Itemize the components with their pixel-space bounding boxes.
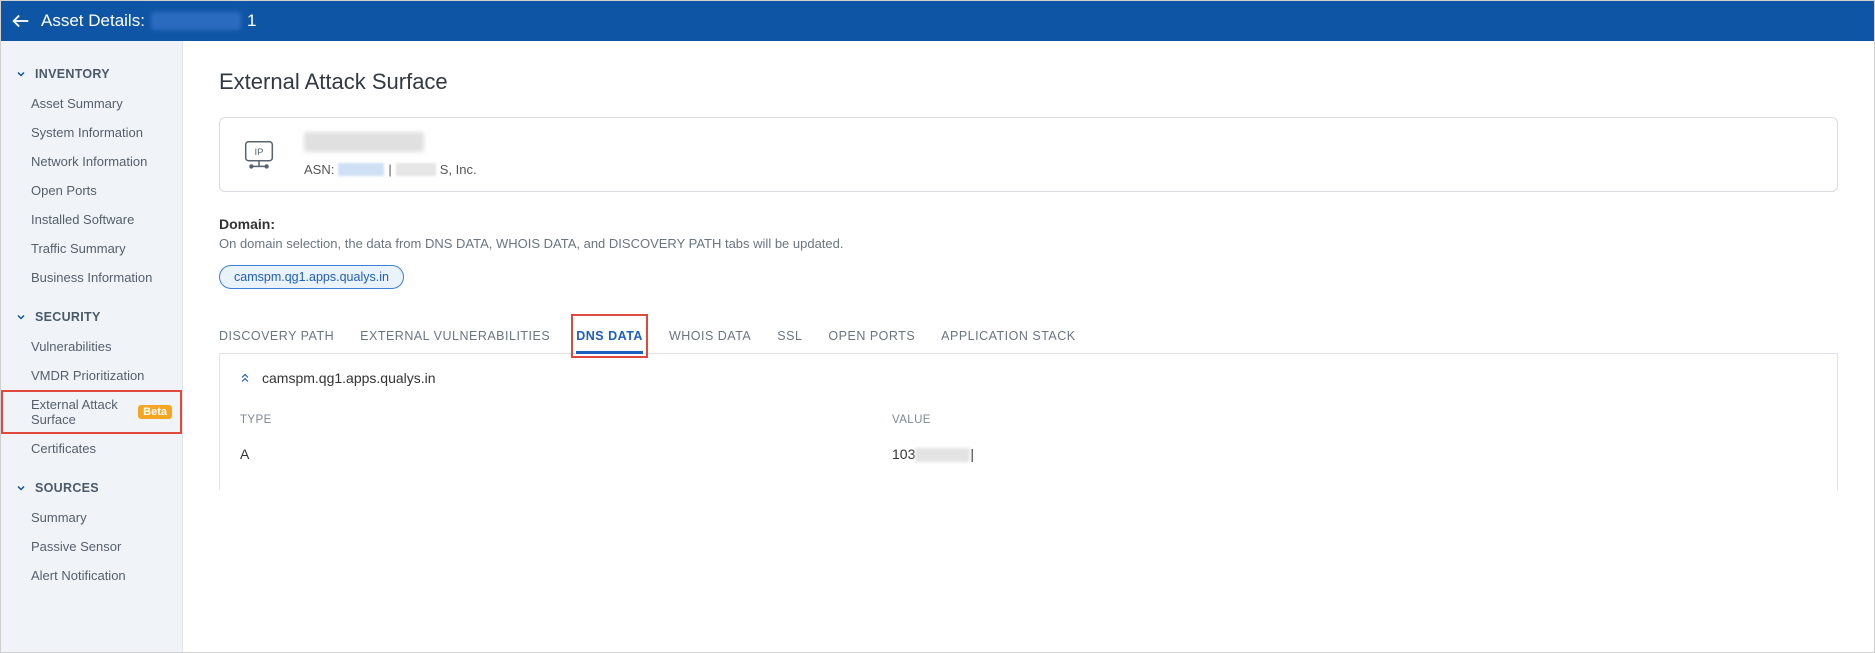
- dns-row: A 103|: [240, 436, 1817, 472]
- asn-value-redacted: [338, 163, 384, 176]
- domain-chip[interactable]: camspm.qg1.apps.qualys.in: [219, 265, 404, 289]
- chevron-down-icon: [15, 68, 27, 80]
- sidebar-group-inventory[interactable]: INVENTORY: [1, 49, 182, 89]
- page-header-title: Asset Details: 1: [41, 11, 256, 31]
- sidebar-item-passive-sensor[interactable]: Passive Sensor: [1, 532, 182, 561]
- sidebar-group-label: SOURCES: [35, 481, 99, 495]
- asset-suffix: 1: [247, 11, 256, 31]
- dns-expander-header[interactable]: camspm.qg1.apps.qualys.in: [238, 370, 1819, 386]
- sidebar-group-sources[interactable]: SOURCES: [1, 463, 182, 503]
- sidebar-item-open-ports[interactable]: Open Ports: [1, 176, 182, 205]
- sidebar-item-installed-software[interactable]: Installed Software: [1, 205, 182, 234]
- sidebar-group-security[interactable]: SECURITY: [1, 292, 182, 332]
- sidebar-item-alert-notification[interactable]: Alert Notification: [1, 561, 182, 590]
- tab-ssl[interactable]: SSL: [777, 319, 802, 353]
- domain-label: Domain:: [219, 216, 1838, 232]
- beta-badge: Beta: [138, 405, 172, 419]
- svg-text:IP: IP: [255, 147, 264, 158]
- asn-line: ASN: | S, Inc.: [304, 162, 477, 177]
- col-type: TYPE: [240, 406, 890, 434]
- main-content: External Attack Surface IP ASN: | S, Inc…: [183, 41, 1874, 652]
- dns-panel: camspm.qg1.apps.qualys.in TYPE VALUE A 1…: [219, 354, 1838, 490]
- tab-application-stack[interactable]: APPLICATION STACK: [941, 319, 1075, 353]
- chevron-down-icon: [15, 482, 27, 494]
- tab-discovery-path[interactable]: DISCOVERY PATH: [219, 319, 334, 353]
- ip-value-redacted: [304, 132, 424, 152]
- dns-type: A: [240, 436, 890, 472]
- chevron-down-icon: [15, 311, 27, 323]
- sidebar: INVENTORY Asset Summary System Informati…: [1, 41, 183, 652]
- col-value: VALUE: [892, 406, 1817, 434]
- sidebar-item-vulnerabilities[interactable]: Vulnerabilities: [1, 332, 182, 361]
- back-button[interactable]: [9, 10, 33, 32]
- org-suffix: S, Inc.: [440, 162, 477, 177]
- tab-open-ports[interactable]: OPEN PORTS: [828, 319, 915, 353]
- org-name-redacted: [396, 163, 436, 176]
- page-title: External Attack Surface: [219, 69, 1838, 95]
- dns-domain-name: camspm.qg1.apps.qualys.in: [262, 370, 436, 386]
- asset-name-redacted: [151, 12, 241, 30]
- asn-label: ASN:: [304, 162, 334, 177]
- tab-whois-data[interactable]: WHOIS DATA: [669, 319, 751, 353]
- sidebar-item-business-information[interactable]: Business Information: [1, 263, 182, 292]
- sidebar-item-traffic-summary[interactable]: Traffic Summary: [1, 234, 182, 263]
- arrow-left-icon: [10, 10, 32, 32]
- domain-description: On domain selection, the data from DNS D…: [219, 236, 1838, 251]
- sidebar-group-label: INVENTORY: [35, 67, 110, 81]
- ip-icon: IP: [238, 134, 280, 176]
- tabs: DISCOVERY PATH EXTERNAL VULNERABILITIES …: [219, 319, 1838, 354]
- sidebar-item-network-information[interactable]: Network Information: [1, 147, 182, 176]
- sidebar-item-vmdr-prioritization[interactable]: VMDR Prioritization: [1, 361, 182, 390]
- value-redacted: [915, 448, 970, 462]
- title-prefix: Asset Details:: [41, 11, 145, 31]
- sidebar-item-summary[interactable]: Summary: [1, 503, 182, 532]
- tab-dns-data[interactable]: DNS DATA: [576, 319, 643, 353]
- collapse-icon: [238, 371, 252, 385]
- sidebar-item-external-attack-surface[interactable]: External Attack Surface Beta: [1, 390, 182, 434]
- asset-info-card: IP ASN: | S, Inc.: [219, 117, 1838, 192]
- dns-value: 103|: [892, 436, 1817, 472]
- sidebar-group-label: SECURITY: [35, 310, 101, 324]
- sidebar-item-asset-summary[interactable]: Asset Summary: [1, 89, 182, 118]
- sidebar-item-system-information[interactable]: System Information: [1, 118, 182, 147]
- sidebar-item-certificates[interactable]: Certificates: [1, 434, 182, 463]
- tab-external-vulnerabilities[interactable]: EXTERNAL VULNERABILITIES: [360, 319, 550, 353]
- dns-table: TYPE VALUE A 103|: [238, 404, 1819, 474]
- divider: |: [388, 162, 391, 177]
